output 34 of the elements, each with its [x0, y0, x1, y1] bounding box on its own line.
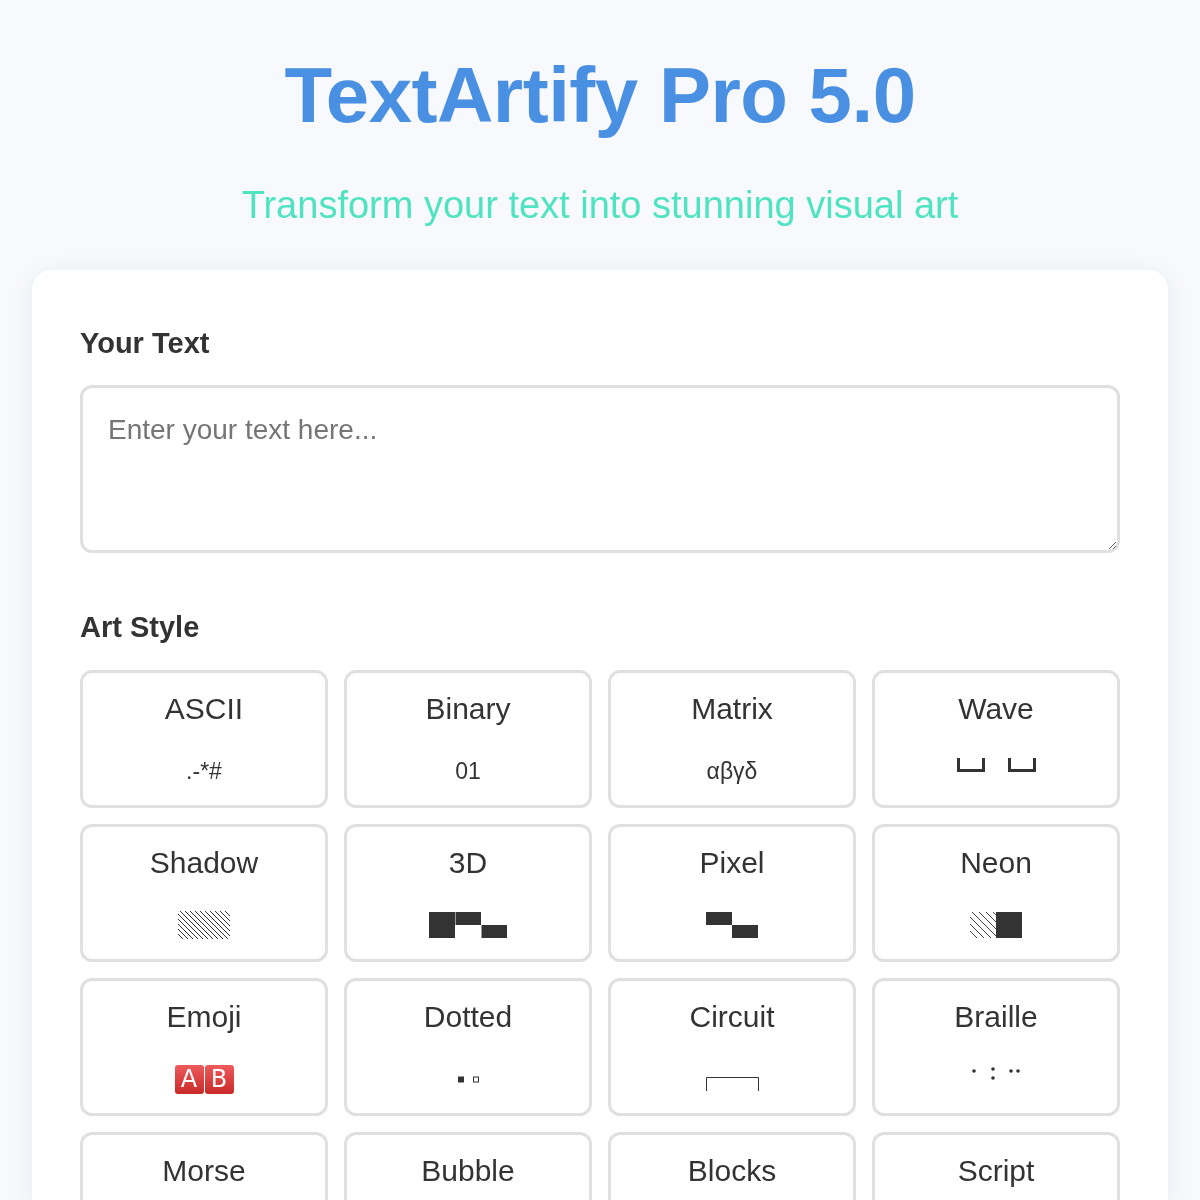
art-style-button[interactable]: Morse	[80, 1132, 328, 1200]
art-style-button[interactable]: Binary 01	[344, 670, 592, 808]
art-style-button[interactable]: Bubble	[344, 1132, 592, 1200]
art-style-button[interactable]: Matrix αβγδ	[608, 670, 856, 808]
app-subtitle: Transform your text into stunning visual art	[241, 184, 959, 226]
art-style-button[interactable]: ASCII .-*#	[80, 670, 328, 808]
field-label: Your Text	[80, 326, 210, 360]
text-input-field[interactable]: Enter your text here...	[80, 385, 1120, 553]
braille-dots-icon	[972, 1066, 1020, 1080]
letter-tile: A	[174, 1064, 204, 1094]
bracket-pair-icon	[956, 758, 1036, 772]
hatched-block-icon	[970, 912, 1022, 938]
square-dots-icon	[457, 1075, 479, 1083]
art-style-button[interactable]: 3D	[344, 824, 592, 962]
art-style-button[interactable]: Shadow	[80, 824, 328, 962]
art-style-button[interactable]: Dotted	[344, 978, 592, 1116]
style-sample: αβγδ	[706, 757, 758, 786]
corner-frame-icon	[705, 1077, 759, 1091]
art-style-button[interactable]: Emoji A B	[80, 978, 328, 1116]
section-label: Art Style	[80, 610, 200, 644]
letter-tile: B	[204, 1064, 234, 1094]
art-style-button[interactable]: Blocks	[608, 1132, 856, 1200]
art-style-button[interactable]: Neon	[872, 824, 1120, 962]
hatch-icon	[178, 911, 230, 939]
style-sample: 01	[455, 757, 481, 786]
app-title: TextArtify Pro 5.0	[284, 50, 916, 141]
pixel-steps-icon	[706, 912, 758, 938]
style-sample: .-*#	[186, 757, 222, 786]
art-style-button[interactable]: Script	[872, 1132, 1120, 1200]
art-style-button[interactable]: Circuit	[608, 978, 856, 1116]
art-style-button[interactable]: Wave	[872, 670, 1120, 808]
block-steps-icon	[429, 912, 507, 938]
art-style-button[interactable]: Braille	[872, 978, 1120, 1116]
art-style-button[interactable]: Pixel	[608, 824, 856, 962]
